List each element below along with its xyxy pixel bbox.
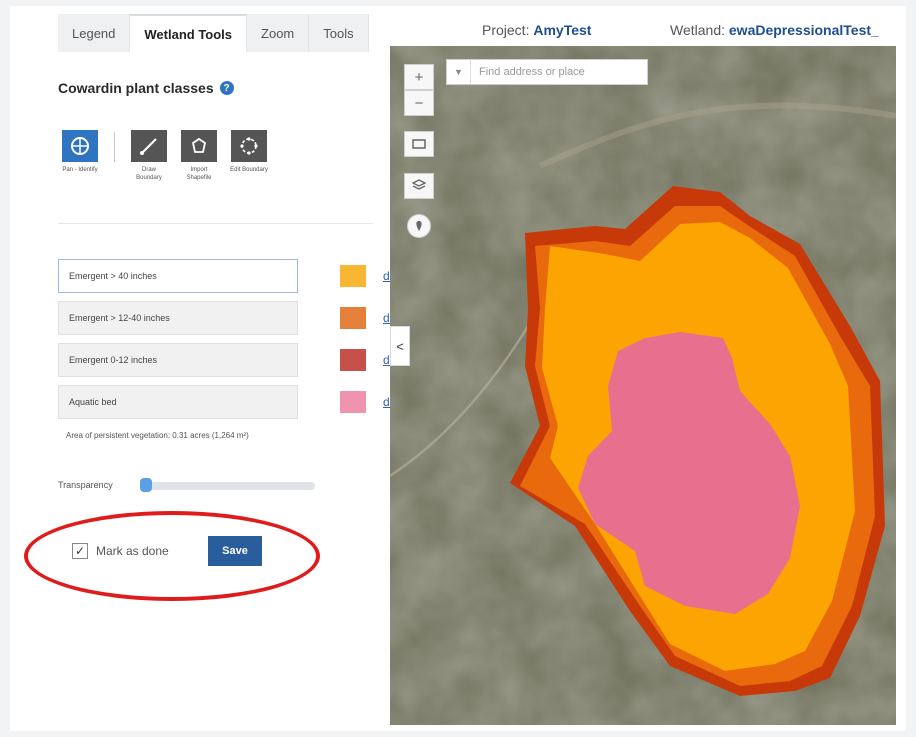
project-info: Project: AmyTest [482,22,591,38]
draw-boundary-tool[interactable]: Draw Boundary [129,130,169,182]
class-row-emergent-12-40[interactable]: Emergent > 12-40 inches delete [58,301,416,335]
import-shapefile-tool[interactable]: Import Shapefile [179,130,219,182]
wetland-label: Wetland: [670,22,725,38]
wetland-name: ewaDepressionalTest_ [728,22,879,38]
help-icon[interactable]: ? [219,81,234,95]
map-view[interactable] [390,46,896,725]
wetland-info: Wetland: ewaDepressionalTest_ [670,22,879,38]
pan-identify-icon [62,130,98,162]
tab-tools[interactable]: Tools [309,14,369,52]
tab-legend[interactable]: Legend [58,14,131,52]
class-row-emergent-0-12[interactable]: Emergent 0-12 inches delete [58,343,416,377]
transparency-label: Transparency [58,480,113,490]
tab-wetland-tools[interactable]: Wetland Tools [130,14,248,52]
class-row-aquatic-bed[interactable]: Aquatic bed delete [58,385,416,419]
project-name: AmyTest [533,22,592,38]
search-dropdown-icon[interactable]: ▼ [447,60,471,84]
transparency-slider[interactable] [140,482,315,490]
panel-title: Cowardin plant classes ? [58,80,234,96]
class-color-swatch[interactable] [340,307,366,329]
collapse-panel-button[interactable]: < [390,326,410,366]
class-color-swatch[interactable] [340,349,366,371]
edit-boundary-tool[interactable]: Edit Boundary [229,130,269,174]
project-label: Project: [482,22,530,38]
layers-icon[interactable] [404,173,434,199]
tool-bar: Pan - Identify Draw Boundary Import Shap… [60,130,269,182]
map-search-box[interactable]: ▼ Find address or place [446,59,648,85]
basemap-icon[interactable] [404,131,434,157]
class-label[interactable]: Emergent > 40 inches [58,259,298,293]
draw-boundary-label: Draw Boundary [136,167,162,181]
class-row-emergent-40[interactable]: Emergent > 40 inches delete [58,259,416,293]
edit-boundary-label: Edit Boundary [230,167,268,173]
zoom-out-button[interactable]: − [404,90,434,116]
class-label[interactable]: Aquatic bed [58,385,298,419]
class-label[interactable]: Emergent 0-12 inches [58,343,298,377]
tool-separator [114,132,115,162]
zoom-in-button[interactable]: + [404,64,434,90]
pan-identify-label: Pan - Identify [62,167,98,173]
tab-bar: Legend Wetland Tools Zoom Tools [58,14,369,52]
edit-boundary-icon [231,130,267,162]
pan-identify-tool[interactable]: Pan - Identify [60,130,100,174]
tab-zoom[interactable]: Zoom [247,14,310,52]
import-shapefile-label: Import Shapefile [186,167,212,181]
search-input[interactable]: Find address or place [471,66,585,78]
panel-title-text: Cowardin plant classes [58,80,214,96]
class-label[interactable]: Emergent > 12-40 inches [58,301,298,335]
transparency-slider-handle[interactable] [140,478,152,492]
import-shapefile-icon [181,130,217,162]
divider [58,223,373,224]
location-icon[interactable] [407,214,431,238]
highlight-annotation [24,511,320,601]
class-color-swatch[interactable] [340,265,366,287]
draw-boundary-icon [131,130,167,162]
area-summary: Area of persistent vegetation: 0.31 acre… [66,431,249,440]
satellite-map [390,46,896,725]
class-color-swatch[interactable] [340,391,366,413]
